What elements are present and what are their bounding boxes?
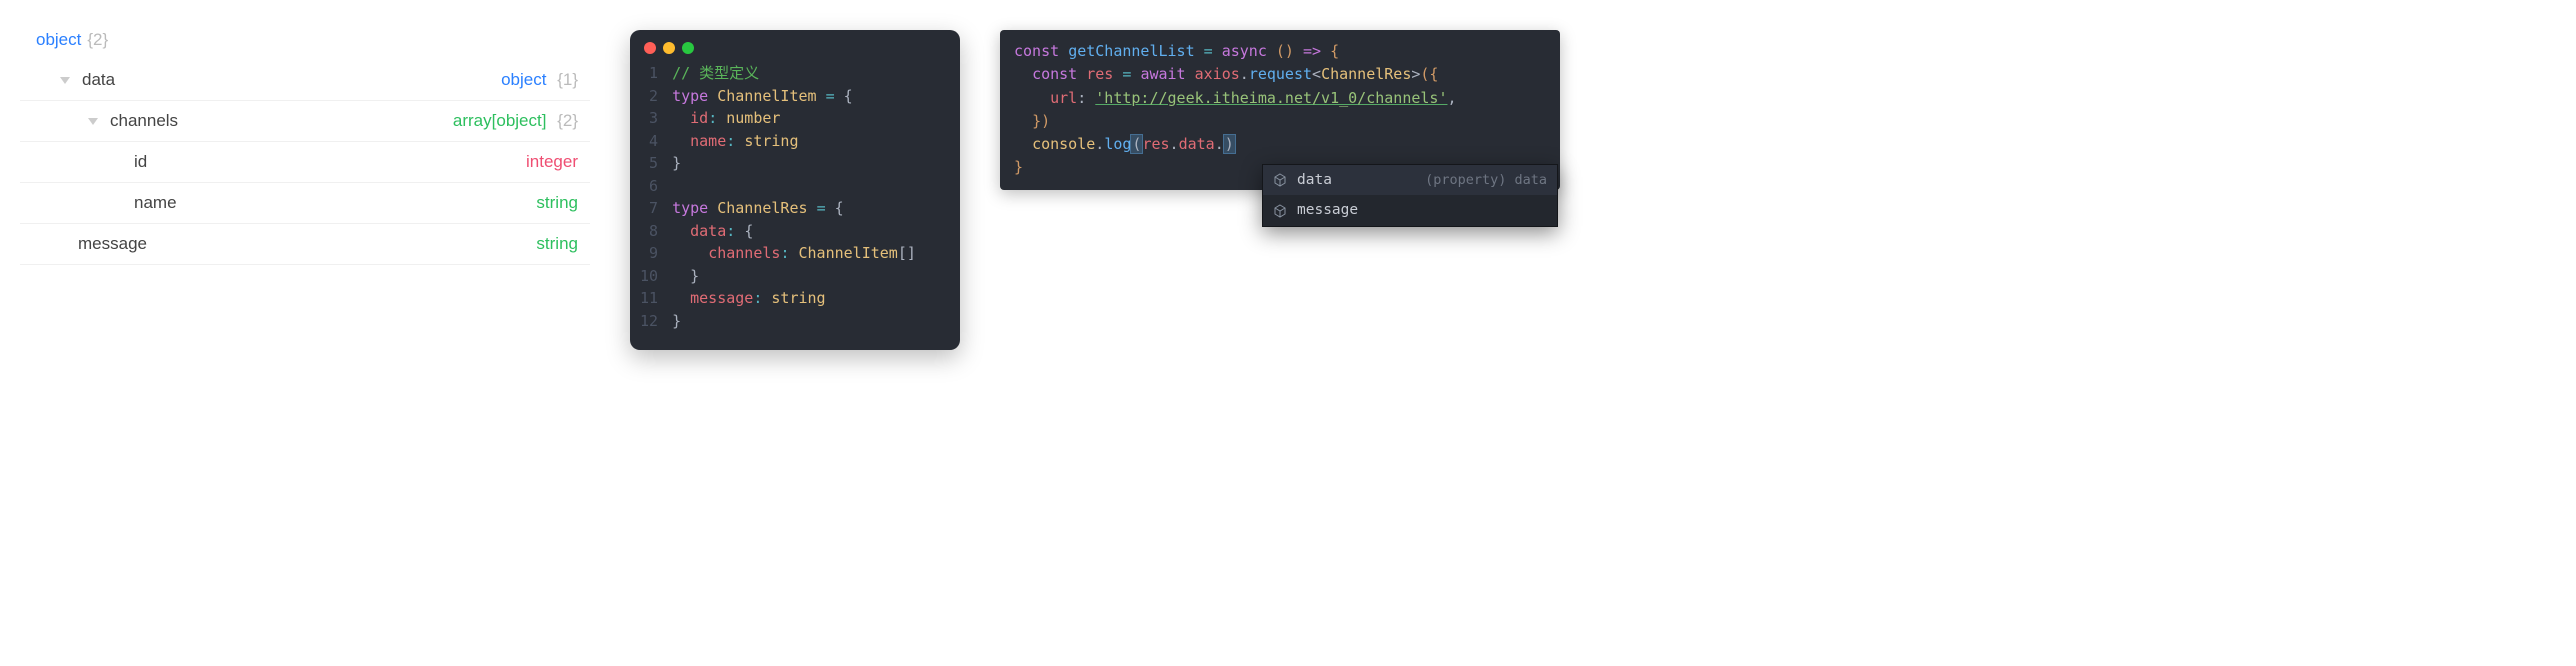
maximize-icon[interactable] [682,42,694,54]
schema-row-message[interactable]: message string [20,224,590,265]
code-content[interactable]: // 类型定义 type ChannelItem = { id: number … [672,62,916,332]
autocomplete-hint: (property) data [1425,170,1547,191]
schema-key-data: data [82,70,115,90]
minimize-icon[interactable] [663,42,675,54]
close-icon[interactable] [644,42,656,54]
schema-key-root: object [36,30,81,50]
schema-row-channels[interactable]: channels array[object] {2} [20,101,590,142]
code-line: const getChannelList = async () => { [1000,40,1560,63]
code-line: }) [1000,110,1560,133]
code-line: console.log(res.data.) [1000,133,1560,156]
schema-type: string [536,234,578,254]
schema-type: object {1} [501,70,578,90]
schema-row-id[interactable]: id integer [20,142,590,183]
schema-type: integer [526,152,578,172]
schema-key-message: message [78,234,147,254]
cube-icon [1273,204,1287,218]
type-definition-editor[interactable]: 123456789101112 // 类型定义 type ChannelItem… [630,30,960,350]
schema-key-id: id [134,152,147,172]
schema-type: string [536,193,578,213]
line-gutter: 123456789101112 [630,62,672,332]
schema-type: array[object] {2} [453,111,578,131]
window-controls [630,30,960,62]
chevron-down-icon[interactable] [88,118,98,125]
autocomplete-popup[interactable]: data (property) data message [1262,164,1558,227]
code-line: url: 'http://geek.itheima.net/v1_0/chann… [1000,87,1560,110]
chevron-down-icon[interactable] [60,77,70,84]
autocomplete-item-message[interactable]: message [1263,195,1557,225]
code-line: const res = await axios.request<ChannelR… [1000,63,1560,86]
autocomplete-label: data [1297,169,1332,191]
usage-editor[interactable]: const getChannelList = async () => { con… [1000,30,1560,190]
autocomplete-label: message [1297,199,1358,221]
schema-key-channels: channels [110,111,178,131]
schema-row-root[interactable]: object {2} [20,30,590,60]
schema-tree: object {2} data object {1} channels arra… [20,30,590,265]
code-comment: // 类型定义 [672,64,759,82]
schema-root-count: {2} [87,30,108,50]
autocomplete-item-data[interactable]: data (property) data [1263,165,1557,195]
schema-row-data[interactable]: data object {1} [20,60,590,101]
cube-icon [1273,173,1287,187]
schema-row-name[interactable]: name string [20,183,590,224]
schema-key-name: name [134,193,177,213]
